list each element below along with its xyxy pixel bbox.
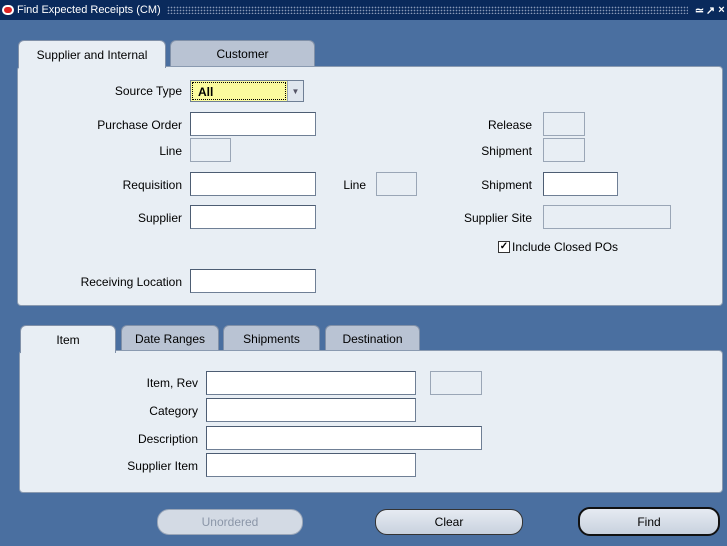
find-button[interactable]: Find — [578, 507, 720, 536]
tab-customer[interactable]: Customer — [170, 40, 315, 66]
supplier-site-label: Supplier Site — [463, 211, 532, 225]
description-label: Description — [137, 432, 198, 446]
purchase-order-label: Purchase Order — [97, 118, 182, 132]
description-field[interactable] — [206, 426, 482, 450]
window-title: Find Expected Receipts (CM) — [17, 4, 161, 16]
item-rev-label: Item, Rev — [146, 376, 198, 390]
source-type-label: Source Type — [114, 84, 182, 98]
tab-date-ranges[interactable]: Date Ranges — [121, 325, 219, 351]
item-field[interactable] — [206, 371, 416, 395]
tab-item[interactable]: Item — [20, 325, 116, 353]
tab-supplier-and-internal[interactable]: Supplier and Internal — [18, 40, 166, 68]
release-field[interactable] — [543, 112, 585, 136]
include-closed-pos-checkbox[interactable]: ✓ Include Closed POs — [498, 240, 618, 254]
unordered-button[interactable]: Unordered — [157, 509, 303, 535]
po-shipment-label: Shipment — [481, 144, 532, 158]
tab-shipments[interactable]: Shipments — [223, 325, 320, 351]
tab-label: Date Ranges — [134, 331, 206, 346]
category-label: Category — [149, 404, 198, 418]
revision-field[interactable] — [430, 371, 482, 395]
po-line-label: Line — [159, 144, 182, 158]
receiving-location-field[interactable] — [190, 269, 316, 293]
req-shipment-field[interactable] — [543, 172, 618, 196]
requisition-label: Requisition — [122, 178, 182, 192]
purchase-order-field[interactable] — [190, 112, 316, 136]
supplier-item-field[interactable] — [206, 453, 416, 477]
chevron-down-icon[interactable]: ▼ — [287, 81, 303, 101]
receiving-location-label: Receiving Location — [80, 275, 182, 289]
clear-button[interactable]: Clear — [375, 509, 523, 535]
item-panel: Item, Rev Category Description Supplier … — [19, 350, 723, 493]
tab-destination[interactable]: Destination — [325, 325, 420, 351]
tab-label: Item — [56, 332, 80, 347]
close-icon[interactable]: × — [716, 4, 727, 16]
release-label: Release — [487, 118, 532, 132]
checkbox-checked-icon[interactable]: ✓ — [498, 241, 510, 253]
requisition-field[interactable] — [190, 172, 316, 196]
tab-label: Destination — [342, 331, 403, 346]
req-line-label: Line — [343, 178, 366, 192]
supplier-item-label: Supplier Item — [127, 459, 198, 473]
minimize-icon[interactable]: ≃ — [694, 4, 705, 17]
supplier-internal-panel: Source Type All ▼ Purchase Order Release… — [17, 66, 723, 306]
supplier-label: Supplier — [137, 211, 182, 225]
supplier-site-field[interactable] — [543, 205, 671, 229]
include-closed-pos-label: Include Closed POs — [512, 240, 619, 254]
tab-label: Shipments — [243, 331, 300, 346]
category-field[interactable] — [206, 398, 416, 422]
clear-button-label: Clear — [434, 515, 464, 529]
source-type-select[interactable]: All ▼ — [190, 80, 304, 102]
unordered-button-label: Unordered — [201, 515, 259, 529]
title-bar: Find Expected Receipts (CM) ≃ ↗ × — [0, 0, 727, 20]
tab-label: Supplier and Internal — [36, 47, 148, 62]
po-line-field[interactable] — [190, 138, 231, 162]
title-bar-texture — [166, 6, 688, 14]
req-line-field[interactable] — [376, 172, 417, 196]
find-button-label: Find — [637, 514, 661, 529]
maximize-icon[interactable]: ↗ — [705, 4, 716, 17]
po-shipment-field[interactable] — [543, 138, 585, 162]
supplier-field[interactable] — [190, 205, 316, 229]
tab-label: Customer — [216, 46, 269, 61]
req-shipment-label: Shipment — [481, 178, 532, 192]
source-type-value: All — [192, 82, 286, 100]
oracle-app-icon — [2, 5, 14, 15]
